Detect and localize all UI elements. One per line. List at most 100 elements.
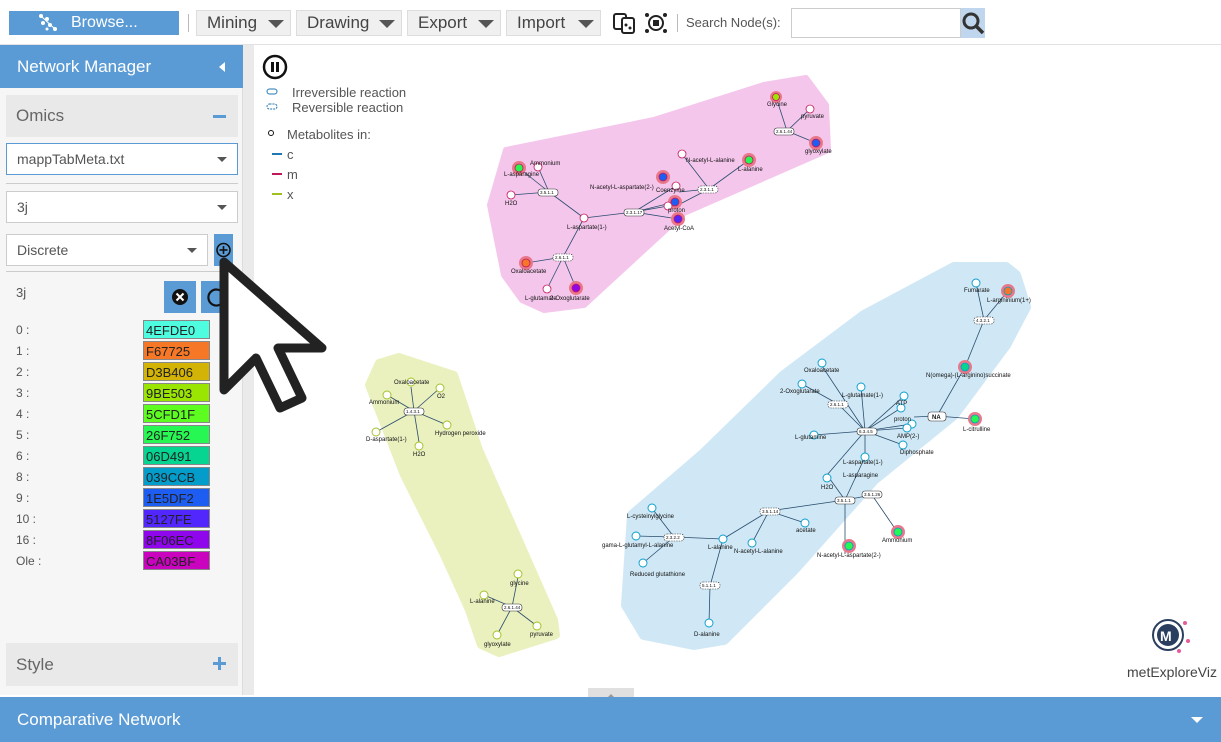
node-label: acetate (796, 528, 816, 534)
legend-reversible: Reversible reaction (292, 100, 403, 115)
file-select[interactable]: mappTabMeta.txt (6, 143, 238, 175)
node-label: L-alanine (738, 167, 763, 173)
network-manager-panel: Network Manager Omics mappTabMeta.txt 3j… (0, 45, 243, 695)
expand-bottom-tab[interactable] (588, 688, 634, 699)
node-label: glycine (510, 581, 529, 587)
chevron-down-icon (268, 20, 284, 28)
chevron-down-icon (217, 157, 227, 162)
style-label: Style (16, 655, 54, 674)
metabolite-symbol (268, 130, 274, 136)
toolbar-divider (677, 14, 678, 32)
node-label: Acetyl-CoA (664, 226, 694, 232)
search-button[interactable] (961, 8, 985, 38)
color-swatch[interactable]: 26F752 (143, 425, 210, 444)
reaction-label: 3.5.1.1 (540, 190, 554, 195)
color-swatch[interactable]: 9BE503 (143, 383, 210, 402)
node-label: Ammonium (530, 161, 560, 167)
color-mapping-row: 6 : 06D491 (16, 446, 216, 466)
chevron-down-icon (379, 20, 395, 28)
color-swatch[interactable]: 5CFD1F (143, 404, 210, 423)
reversible-symbol (266, 103, 278, 110)
collapse-minus-icon[interactable] (213, 115, 226, 118)
mapping-value-label: 9 : (16, 491, 30, 505)
color-swatch[interactable]: 039CCB (143, 467, 210, 486)
node-label: L-argininium(1+) (987, 298, 1031, 304)
color-swatch[interactable]: 06D491 (143, 446, 210, 465)
color-mapping-row: 1 : F67725 (16, 341, 216, 361)
search-input[interactable] (791, 8, 961, 38)
legend-compartment-c: c (287, 147, 294, 162)
browse-label: Browse... (71, 14, 138, 31)
compare-networks-icon[interactable] (612, 11, 636, 35)
node-label: H2O (821, 485, 834, 491)
condition-select[interactable]: 3j (6, 191, 238, 223)
node-label: Oxaloacetate (394, 380, 430, 386)
reaction-label: NA (932, 415, 941, 421)
chevron-down-icon (187, 248, 197, 253)
search-label: Search Node(s): (686, 15, 781, 30)
network-manager-header[interactable]: Network Manager (0, 45, 243, 88)
comparative-network-bar[interactable]: Comparative Network (0, 697, 1221, 742)
node-label: Oxaloacetate (511, 269, 547, 275)
omics-section-header[interactable]: Omics (6, 95, 238, 137)
network-layout-icon[interactable] (644, 11, 668, 35)
close-circle-icon (172, 289, 188, 305)
node-label: ATP (896, 401, 907, 407)
toolbar-divider (188, 14, 189, 32)
color-mapping-row: 9 : 1E5DF2 (16, 488, 216, 508)
file-select-value: mappTabMeta.txt (17, 151, 125, 167)
mapping-value-label: 10 : (16, 512, 37, 526)
color-swatch[interactable]: 4EFDE0 (143, 320, 210, 339)
node-label: glyoxylate (484, 642, 511, 648)
color-swatch[interactable]: D3B406 (143, 362, 210, 381)
node-label: L-alanine (708, 545, 733, 551)
menu-drawing-label: Drawing (307, 13, 370, 32)
node-label: Diphosphate (900, 450, 934, 456)
reaction-label: 6.3.4.5 (859, 429, 873, 434)
menu-mining[interactable]: Mining (196, 10, 291, 36)
legend-compartment-m: m (287, 167, 298, 182)
logo-label: metExploreViz (1127, 664, 1218, 680)
divider (6, 183, 238, 184)
pause-button[interactable] (262, 54, 288, 80)
node-label: L-glutamine (795, 435, 827, 441)
menu-drawing[interactable]: Drawing (296, 10, 402, 36)
chevron-down-icon[interactable] (1191, 717, 1203, 723)
color-swatch[interactable]: F67725 (143, 341, 210, 360)
mapping-mode-select[interactable]: Discrete (6, 234, 208, 266)
color-swatch[interactable]: 5127FE (143, 509, 210, 528)
network-viz[interactable]: Irreversible reaction Reversible reactio… (254, 45, 1221, 695)
node-label: Glycine (767, 102, 788, 108)
color-swatch[interactable]: CA03BF (143, 551, 210, 570)
node-label: O2 (437, 394, 446, 400)
menu-export-label: Export (418, 13, 468, 32)
legend-compartment-x: x (287, 187, 294, 202)
color-mapping-row: 8 : 039CCB (16, 467, 216, 487)
node-label: L-aspartate(1-) (567, 225, 607, 231)
node-label: D-aspartate(1-) (366, 437, 407, 443)
style-section-header[interactable]: Style (6, 643, 238, 686)
menu-export[interactable]: Export (407, 10, 501, 36)
search-icon (962, 12, 985, 35)
node-label: Oxaloacetate (804, 368, 840, 374)
color-swatch[interactable]: 8F06EC (143, 530, 210, 549)
color-swatch[interactable]: 1E5DF2 (143, 488, 210, 507)
node-label: L-asparagine (843, 473, 879, 479)
browse-button[interactable]: Browse... (9, 11, 179, 35)
collapse-left-icon[interactable] (219, 62, 225, 72)
color-mapping-row: Ole : CA03BF (16, 551, 216, 571)
expand-plus-icon[interactable] (213, 657, 226, 670)
node-label: L-aspartate(1-) (843, 460, 883, 466)
color-mapping-row: 4 : 5CFD1F (16, 404, 216, 424)
node-label: glyoxylate (805, 149, 832, 155)
node-label: H2O (413, 452, 426, 458)
color-mapping-row: 0 : 4EFDE0 (16, 320, 216, 340)
menu-import[interactable]: Import (506, 10, 601, 36)
menu-mining-label: Mining (207, 13, 258, 32)
remove-mapping-button[interactable] (164, 281, 196, 313)
mapping-mode-value: Discrete (17, 242, 69, 258)
node-label: Coenzyme (656, 188, 685, 194)
reaction-label: 4.3.2.1 (976, 318, 990, 323)
network-canvas[interactable]: Irreversible reaction Reversible reactio… (254, 45, 1221, 695)
svg-text:M: M (1160, 628, 1172, 644)
